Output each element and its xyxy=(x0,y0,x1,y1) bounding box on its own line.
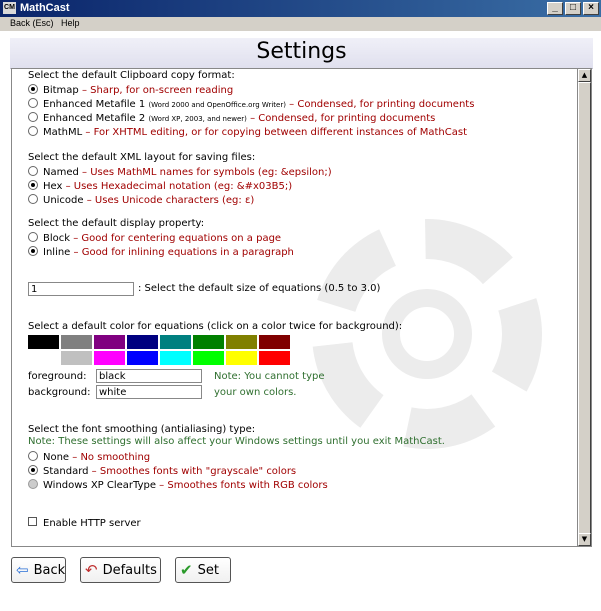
background-label: background: xyxy=(28,387,91,398)
clipboard-heading: Select the default Clipboard copy format… xyxy=(28,70,235,81)
color-swatch[interactable] xyxy=(259,335,290,349)
page-title: Settings xyxy=(256,39,347,64)
color-swatch[interactable] xyxy=(61,351,92,365)
display-option-inline[interactable]: Inline – Good for inlining equations in … xyxy=(28,246,294,258)
undo-arrow-icon: ↶ xyxy=(85,561,98,579)
smoothing-heading: Select the font smoothing (antialiasing)… xyxy=(28,424,256,435)
color-swatch[interactable] xyxy=(160,351,191,365)
radio-icon[interactable] xyxy=(28,246,38,256)
clipboard-option-mathml[interactable]: MathML – For XHTML editing, or for copyi… xyxy=(28,126,467,138)
color-swatch[interactable] xyxy=(127,335,158,349)
xml-option-hex[interactable]: Hex – Uses Hexadecimal notation (eg: &#x… xyxy=(28,180,292,192)
xml-option-named[interactable]: Named – Uses MathML names for symbols (e… xyxy=(28,166,332,178)
close-button[interactable]: × xyxy=(583,2,599,15)
radio-icon[interactable] xyxy=(28,84,38,94)
radio-icon[interactable] xyxy=(28,180,38,190)
radio-icon[interactable] xyxy=(28,451,38,461)
radio-icon[interactable] xyxy=(28,479,38,489)
maximize-button[interactable]: □ xyxy=(565,2,581,15)
set-button[interactable]: ✔ Set xyxy=(175,557,231,583)
smoothing-note: Note: These settings will also affect yo… xyxy=(28,436,445,447)
color-heading: Select a default color for equations (cl… xyxy=(28,321,403,332)
equation-size-label: : Select the default size of equations (… xyxy=(138,283,381,294)
http-server-option[interactable]: Enable HTTP server xyxy=(28,517,141,529)
color-swatch[interactable] xyxy=(28,335,59,349)
display-heading: Select the default display property: xyxy=(28,218,205,229)
clipboard-option-bitmap[interactable]: Bitmap – Sharp, for on-screen reading xyxy=(28,84,233,96)
scrollbar-thumb[interactable] xyxy=(578,82,591,534)
radio-icon[interactable] xyxy=(28,194,38,204)
color-swatch[interactable] xyxy=(160,335,191,349)
color-note-line1: Note: You cannot type xyxy=(214,371,325,382)
checkmark-icon: ✔ xyxy=(180,561,193,579)
clipboard-option-emf1[interactable]: Enhanced Metafile 1 (Word 2000 and OpenO… xyxy=(28,98,474,110)
title-bar: CM MathCast _ □ × xyxy=(0,0,601,17)
scroll-down-arrow-icon[interactable]: ▼ xyxy=(578,533,591,546)
radio-icon[interactable] xyxy=(28,232,38,242)
radio-icon[interactable] xyxy=(28,126,38,136)
defaults-button[interactable]: ↶ Defaults xyxy=(80,557,161,583)
back-arrow-icon: ⇦ xyxy=(16,561,29,579)
scroll-up-arrow-icon[interactable]: ▲ xyxy=(578,69,591,82)
checkbox-icon[interactable] xyxy=(28,517,37,526)
window-title: MathCast xyxy=(20,2,70,14)
radio-icon[interactable] xyxy=(28,465,38,475)
settings-header: Settings xyxy=(10,38,593,69)
menu-help[interactable]: Help xyxy=(61,18,80,28)
smoothing-option-none[interactable]: None – No smoothing xyxy=(28,451,150,463)
smoothing-option-standard[interactable]: Standard – Smoothes fonts with "grayscal… xyxy=(28,465,296,477)
menu-bar: Back (Esc) Help xyxy=(0,17,601,31)
color-swatch[interactable] xyxy=(226,351,257,365)
foreground-color-input[interactable] xyxy=(96,369,202,383)
color-note-line2: your own colors. xyxy=(214,387,297,398)
radio-icon[interactable] xyxy=(28,112,38,122)
color-swatch[interactable] xyxy=(193,335,224,349)
minimize-button[interactable]: _ xyxy=(547,2,563,15)
window-controls: _ □ × xyxy=(547,2,599,15)
color-swatch[interactable] xyxy=(94,335,125,349)
color-swatch[interactable] xyxy=(193,351,224,365)
radio-icon[interactable] xyxy=(28,98,38,108)
foreground-label: foreground: xyxy=(28,371,87,382)
clipboard-option-emf2[interactable]: Enhanced Metafile 2 (Word XP, 2003, and … xyxy=(28,112,435,124)
radio-icon[interactable] xyxy=(28,166,38,176)
display-option-block[interactable]: Block – Good for centering equations on … xyxy=(28,232,281,244)
color-swatch[interactable] xyxy=(61,335,92,349)
color-swatch[interactable] xyxy=(259,351,290,365)
equation-size-input[interactable] xyxy=(28,282,134,296)
color-swatch[interactable] xyxy=(226,335,257,349)
xml-heading: Select the default XML layout for saving… xyxy=(28,152,256,163)
background-color-input[interactable] xyxy=(96,385,202,399)
color-swatch[interactable] xyxy=(28,351,59,365)
menu-back[interactable]: Back (Esc) xyxy=(10,18,54,28)
smoothing-option-cleartype[interactable]: Windows XP ClearType – Smoothes fonts wi… xyxy=(28,479,328,491)
settings-panel[interactable]: Select the default Clipboard copy format… xyxy=(11,68,578,547)
app-icon: CM xyxy=(3,2,16,14)
vertical-scrollbar[interactable]: ▲ ▼ xyxy=(578,68,592,547)
xml-option-unicode[interactable]: Unicode – Uses Unicode characters (eg: ε… xyxy=(28,194,254,206)
color-swatch[interactable] xyxy=(94,351,125,365)
gear-watermark-hub xyxy=(382,289,472,379)
color-swatch[interactable] xyxy=(127,351,158,365)
back-button[interactable]: ⇦ Back xyxy=(11,557,66,583)
